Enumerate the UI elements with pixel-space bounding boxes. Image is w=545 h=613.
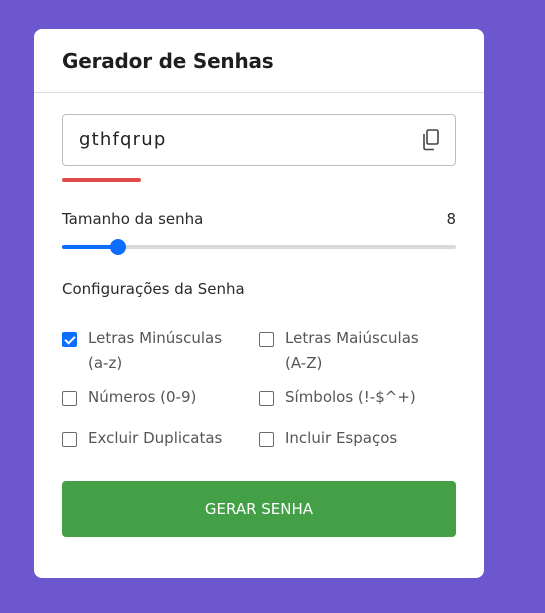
- generate-password-button[interactable]: GERAR SENHA: [62, 481, 456, 537]
- option-symbols[interactable]: Símbolos (!-$^+): [259, 388, 416, 410]
- length-label: Tamanho da senha: [62, 210, 204, 228]
- length-slider[interactable]: [62, 239, 456, 255]
- uppercase-label: Letras Maiúsculas (A-Z): [285, 329, 419, 372]
- numbers-checkbox[interactable]: [62, 391, 77, 406]
- uppercase-checkbox[interactable]: [259, 332, 274, 347]
- option-uppercase[interactable]: Letras Maiúsculas (A-Z): [259, 329, 456, 376]
- option-include-spaces[interactable]: Incluir Espaços: [259, 429, 397, 451]
- lowercase-label: Letras Minúsculas (a-z): [88, 329, 223, 372]
- slider-thumb[interactable]: [110, 239, 127, 255]
- option-numbers[interactable]: Números (0-9): [62, 388, 196, 410]
- exclude-duplicates-checkbox[interactable]: [62, 432, 77, 447]
- numbers-label: Números (0-9): [88, 388, 197, 406]
- header-divider: [34, 92, 484, 93]
- password-text: gthfqrup: [79, 129, 167, 150]
- exclude-duplicates-label: Excluir Duplicatas: [88, 429, 223, 447]
- option-exclude-duplicates[interactable]: Excluir Duplicatas: [62, 429, 222, 451]
- length-value: 8: [446, 210, 456, 228]
- symbols-checkbox[interactable]: [259, 391, 274, 406]
- copy-icon[interactable]: [421, 129, 441, 151]
- password-display[interactable]: gthfqrup: [62, 114, 456, 166]
- option-lowercase[interactable]: Letras Minúsculas (a-z): [62, 329, 232, 376]
- card-title: Gerador de Senhas: [62, 49, 274, 73]
- password-generator-card: Gerador de Senhas gthfqrup Tamanho da se…: [34, 29, 484, 578]
- include-spaces-label: Incluir Espaços: [285, 429, 398, 447]
- symbols-label: Símbolos (!-$^+): [285, 388, 416, 406]
- lowercase-checkbox[interactable]: [62, 332, 77, 347]
- include-spaces-checkbox[interactable]: [259, 432, 274, 447]
- strength-indicator: [62, 178, 141, 182]
- settings-title: Configurações da Senha: [62, 280, 245, 298]
